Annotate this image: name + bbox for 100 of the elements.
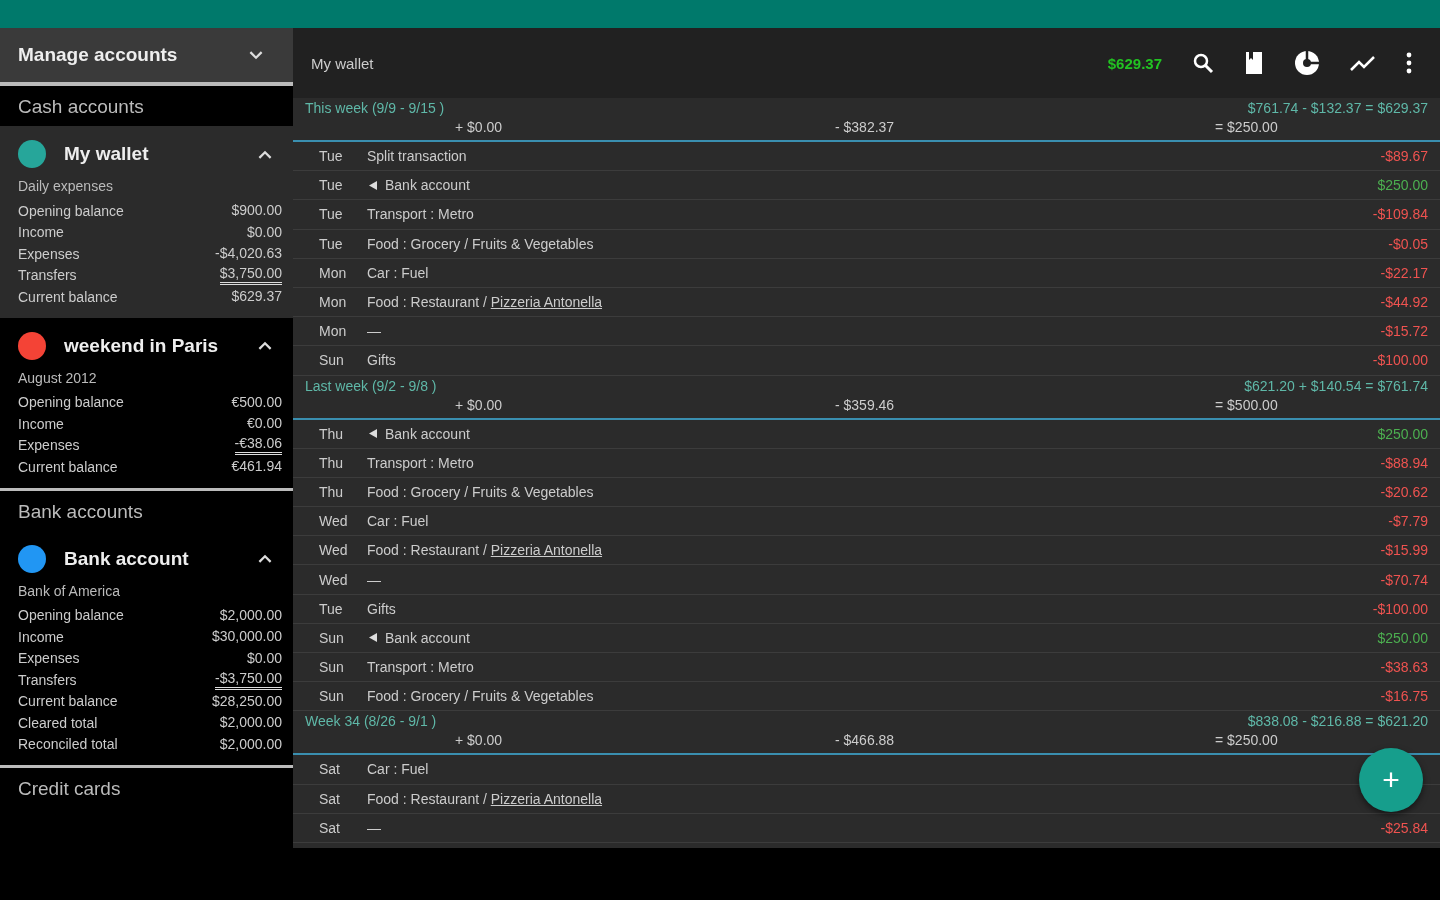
transaction-amount: -$38.63 bbox=[1380, 659, 1428, 676]
week-transfer: = $250.00 bbox=[1215, 732, 1278, 749]
week-transfer: = $250.00 bbox=[1215, 119, 1278, 135]
book-icon[interactable] bbox=[1244, 51, 1264, 75]
transaction-amount: -$7.79 bbox=[1388, 513, 1428, 530]
transaction-day: Sat bbox=[319, 761, 367, 778]
transaction-category: — bbox=[367, 571, 381, 588]
transaction-category: Transport : Metro bbox=[367, 659, 474, 676]
transaction-day: Thu bbox=[319, 454, 367, 471]
transaction-day: Wed bbox=[319, 542, 367, 559]
transaction-day: Sat bbox=[319, 790, 367, 807]
group-header: Cash accounts bbox=[17, 95, 145, 119]
week-title: This week (9/9 - 9/15 ) bbox=[305, 100, 445, 116]
pie-chart-icon[interactable] bbox=[1294, 50, 1320, 76]
balance-label: Transfers bbox=[18, 671, 77, 688]
more-icon[interactable] bbox=[1406, 52, 1412, 74]
transaction-category: Car : Fuel bbox=[367, 513, 429, 530]
search-icon[interactable] bbox=[1192, 52, 1214, 74]
transaction-category: Car : Fuel bbox=[367, 761, 429, 778]
balance-label: Income bbox=[18, 224, 64, 241]
transaction-category: Gifts bbox=[367, 600, 396, 617]
transaction-row[interactable]: Wed Car : Fuel -$7.79 bbox=[293, 507, 1440, 537]
balance-value: $629.37 bbox=[231, 288, 282, 306]
transaction-amount: -$100.00 bbox=[1372, 352, 1428, 369]
transaction-row[interactable]: Mon Food : Restaurant / Pizzeria Antonella -$44.92 bbox=[293, 287, 1440, 318]
transaction-row[interactable]: Mon — -$15.72 bbox=[293, 317, 1440, 347]
week-expense: - $466.88 bbox=[835, 732, 896, 749]
manage-accounts-button[interactable]: Manage accounts bbox=[0, 28, 293, 86]
transaction-category: Transport : Metro bbox=[367, 206, 474, 223]
transaction-row[interactable]: Tue Food : Grocery / Fruits & Vegetables -$0.05 bbox=[293, 229, 1440, 259]
transaction-row[interactable]: Sat — -$25.84 bbox=[293, 813, 1440, 843]
expand-toggle-icon[interactable] bbox=[258, 554, 272, 563]
balance-label: Transfers bbox=[18, 267, 77, 284]
transaction-category: Bank account bbox=[385, 177, 470, 194]
balance-label: Expenses bbox=[18, 650, 80, 667]
chevron-down-icon bbox=[249, 50, 263, 60]
account-item[interactable]: My wallet Daily expenses Opening balance $900.00 Income $0.00 Expenses -$4,020.63 Transfers $3,750.00 Current balance $629.37 bbox=[0, 126, 293, 318]
transaction-day: Mon bbox=[319, 323, 367, 340]
transaction-amount: -$16.75 bbox=[1380, 688, 1428, 705]
transaction-day: Sun bbox=[319, 688, 367, 705]
account-item[interactable]: weekend in Paris August 2012 Opening balance €500.00 Income €0.00 Expenses -€38.06 Current balance €461.94 bbox=[0, 317, 293, 488]
transaction-row[interactable]: Sun Gifts -$100.00 bbox=[293, 346, 1440, 376]
account-title: My wallet bbox=[311, 54, 375, 72]
expand-toggle-icon[interactable] bbox=[258, 341, 272, 350]
week-title: Last week (9/2 - 9/8 ) bbox=[305, 377, 437, 394]
balance-label: Opening balance bbox=[18, 394, 124, 411]
transaction-row[interactable]: Wed Food : Restaurant / Pizzeria Antonella -$15.99 bbox=[293, 536, 1440, 566]
transaction-row[interactable]: Tue Bank account $250.00 bbox=[293, 171, 1440, 201]
transaction-amount: -$15.99 bbox=[1380, 542, 1428, 559]
transaction-category: Gifts bbox=[367, 352, 396, 369]
transaction-amount: -$70.74 bbox=[1380, 571, 1428, 588]
transaction-amount: -$15.72 bbox=[1380, 323, 1428, 340]
transaction-category: Food : Restaurant / bbox=[367, 542, 488, 559]
balance-label: Cleared total bbox=[18, 714, 98, 731]
transaction-day: Sun bbox=[319, 659, 367, 676]
transaction-row[interactable]: Thu Food : Grocery / Fruits & Vegetables -$20.62 bbox=[293, 477, 1440, 508]
week-income: + $0.00 bbox=[455, 396, 504, 413]
transaction-row[interactable]: Mon Car : Fuel -$22.17 bbox=[293, 258, 1440, 288]
balance-value: $2,000.00 bbox=[219, 735, 282, 753]
transaction-row[interactable]: Tue Split transaction -$89.67 bbox=[293, 142, 1440, 172]
payee-link[interactable]: Pizzeria Antonella bbox=[490, 294, 603, 311]
account-name: weekend in Paris bbox=[64, 334, 220, 357]
transaction-row[interactable]: Sun Bank account $250.00 bbox=[293, 623, 1440, 653]
transfer-arrow-icon bbox=[369, 429, 377, 439]
balance-value: -$3,750.00 bbox=[215, 669, 282, 690]
transaction-day: Sun bbox=[319, 352, 367, 369]
balance-label: Opening balance bbox=[18, 202, 124, 219]
transaction-row[interactable]: Sun Transport : Metro -$38.63 bbox=[293, 653, 1440, 683]
transaction-day: Wed bbox=[319, 571, 367, 588]
transaction-row[interactable]: Tue Transport : Metro -$109.84 bbox=[293, 200, 1440, 230]
balance-value: -€38.06 bbox=[234, 435, 282, 456]
week-transfer: = $500.00 bbox=[1215, 396, 1278, 413]
transaction-row[interactable]: Sun Food : Grocery / Fruits & Vegetables -$16.75 bbox=[293, 682, 1440, 712]
expand-toggle-icon[interactable] bbox=[258, 149, 272, 159]
balance-label: Expenses bbox=[18, 437, 80, 454]
balance-value: $28,250.00 bbox=[211, 692, 282, 710]
transaction-category: Food : Restaurant / bbox=[367, 790, 488, 807]
transaction-row[interactable]: Thu Transport : Metro -$88.94 bbox=[293, 448, 1440, 478]
account-description: Bank of America bbox=[18, 582, 121, 599]
transaction-row[interactable]: Tue Gifts -$100.00 bbox=[293, 594, 1440, 624]
balance-label: Current balance bbox=[18, 458, 118, 475]
transaction-row[interactable]: Thu Bank account $250.00 bbox=[293, 419, 1440, 449]
week-summary: $838.08 - $216.88 = $621.20 bbox=[1247, 713, 1428, 730]
account-balance: $629.37 bbox=[1107, 54, 1162, 72]
transaction-category: Food : Grocery / Fruits & Vegetables bbox=[367, 235, 594, 252]
transaction-day: Mon bbox=[319, 294, 367, 311]
balance-label: Opening balance bbox=[18, 607, 124, 624]
week-summary: $621.20 + $140.54 = $761.74 bbox=[1244, 377, 1428, 394]
transaction-amount: -$20.62 bbox=[1380, 483, 1428, 500]
transaction-row[interactable]: Wed — -$70.74 bbox=[293, 565, 1440, 595]
week-income: + $0.00 bbox=[455, 119, 504, 135]
payee-link[interactable]: Pizzeria Antonella bbox=[490, 542, 603, 559]
transaction-category: Split transaction bbox=[367, 148, 467, 165]
balance-value: $0.00 bbox=[246, 649, 282, 667]
line-chart-icon[interactable] bbox=[1350, 54, 1376, 72]
transaction-day: Tue bbox=[319, 600, 367, 617]
account-item[interactable]: Bank account Bank of America Opening balance $2,000.00 Income $30,000.00 Expenses $0.00 Transfers -$3,750.00 Current balance $28,250.00 Cleared total $2,000.00 Reconciled total $2,000.00 bbox=[0, 530, 293, 765]
transaction-amount: -$0.05 bbox=[1388, 235, 1428, 252]
payee-link[interactable]: Pizzeria Antonella bbox=[490, 790, 603, 807]
transaction-day: Mon bbox=[319, 264, 367, 281]
